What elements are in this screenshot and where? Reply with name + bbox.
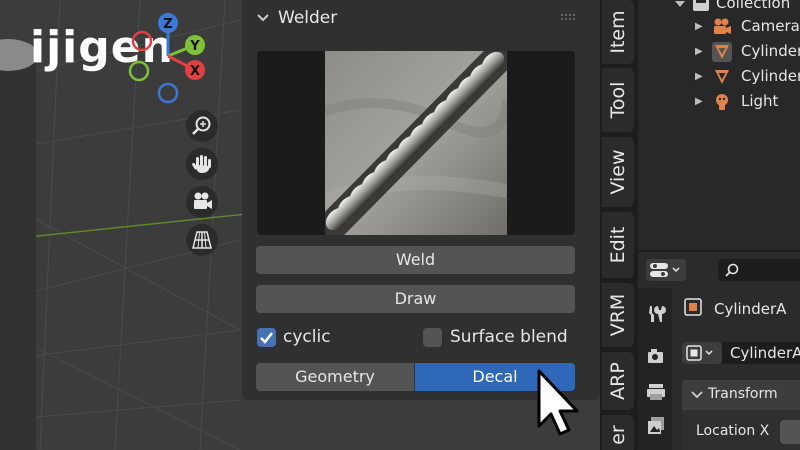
tab-welder[interactable]: er	[602, 415, 634, 450]
tab-vrm[interactable]: VRM	[602, 283, 634, 347]
tab-view[interactable]: View	[602, 137, 634, 207]
search-icon	[725, 263, 739, 277]
output-icon[interactable]	[646, 382, 666, 402]
checkmark-icon	[260, 332, 273, 344]
outliner-item-cylindera[interactable]: ▶ CylinderA	[638, 40, 800, 64]
tool-settings-icon[interactable]	[646, 304, 666, 324]
weld-preview[interactable]	[257, 51, 575, 235]
collapse-chevron-icon[interactable]	[256, 12, 270, 24]
tab-geometry[interactable]: Geometry	[256, 363, 414, 391]
outliner-item-label: Camera	[741, 17, 800, 35]
location-x-label: Location X	[696, 423, 770, 439]
properties-editor: CylinderA CylinderA Transform Location X	[638, 250, 800, 450]
drag-handle-icon[interactable]	[560, 13, 578, 21]
outliner-item-label: CylinderB	[741, 67, 800, 85]
tab-tool[interactable]: Tool	[602, 68, 634, 132]
data-block-selector[interactable]	[682, 342, 722, 364]
outliner-item-label: Light	[741, 92, 779, 110]
mesh-object-icon	[715, 70, 729, 84]
neg-x-axis-handle	[131, 30, 153, 52]
editor-type-selector[interactable]	[646, 259, 686, 281]
expand-arrow-icon[interactable]: ▶	[695, 21, 703, 32]
outliner-item-cylinderb[interactable]: ▶ CylinderB	[638, 65, 800, 89]
z-axis-label: Z	[163, 17, 172, 32]
mesh-object-icon	[712, 42, 732, 62]
tab-arp[interactable]: ARP	[602, 352, 634, 410]
view-layer-icon[interactable]	[646, 416, 666, 436]
weld-texture-thumbnail	[325, 51, 507, 235]
perspective-grid-icon	[192, 231, 212, 249]
properties-toggle-icon	[650, 263, 680, 277]
panel-header[interactable]: Welder	[242, 0, 600, 38]
zoom-icon	[192, 116, 211, 135]
expand-arrow-icon[interactable]: ▶	[695, 71, 703, 82]
outliner-collection-row[interactable]: Collection	[638, 0, 800, 16]
properties-context-tabs	[638, 288, 672, 450]
sidebar-tab-strip: Item Tool View Edit VRM ARP er	[600, 0, 638, 450]
tab-edit[interactable]: Edit	[602, 212, 634, 278]
axis-gizmo[interactable]: Z Y X	[125, 8, 215, 108]
pan-button[interactable]	[186, 148, 218, 180]
camera-object-icon	[714, 18, 731, 34]
object-name-label: CylinderA	[714, 300, 787, 318]
draw-button[interactable]: Draw	[256, 285, 575, 313]
location-x-field[interactable]	[780, 420, 800, 444]
surface-blend-label[interactable]: Surface blend	[450, 327, 568, 347]
expand-arrow-icon[interactable]	[674, 0, 686, 9]
cyclic-label[interactable]: cyclic	[283, 327, 331, 347]
outliner: Collection ▶ Camera ▶ CylinderA ▶ Cylind…	[638, 0, 800, 250]
mouse-cursor-icon	[537, 369, 579, 436]
cyclic-checkbox[interactable]	[257, 328, 276, 347]
zoom-button[interactable]	[186, 110, 218, 142]
expand-arrow-icon[interactable]: ▶	[695, 96, 703, 107]
y-axis-label: Y	[189, 39, 200, 54]
light-object-icon	[716, 94, 728, 110]
surface-blend-checkbox[interactable]	[423, 328, 442, 347]
data-name-field[interactable]: CylinderA	[722, 342, 800, 364]
neg-z-axis-handle	[157, 82, 179, 104]
transform-panel-body: Location X	[682, 410, 800, 450]
neg-y-axis-handle	[128, 60, 150, 82]
outliner-item-label: CylinderA	[741, 42, 800, 60]
collapse-chevron-icon[interactable]	[691, 390, 703, 400]
outliner-item-camera[interactable]: ▶ Camera	[638, 15, 800, 39]
render-icon[interactable]	[646, 346, 666, 366]
tab-item[interactable]: Item	[602, 0, 634, 64]
transform-panel-header[interactable]: Transform	[682, 380, 800, 410]
object-data-icon	[686, 345, 713, 361]
object-icon	[684, 298, 702, 316]
hand-pan-icon	[192, 155, 211, 173]
outliner-collection-label: Collection	[716, 0, 791, 12]
x-axis-label: X	[190, 64, 200, 79]
weld-button[interactable]: Weld	[256, 246, 575, 274]
camera-view-button[interactable]	[186, 186, 218, 218]
welder-panel: Welder Weld Draw cyclic Surface blend Ge…	[242, 0, 600, 400]
collection-icon	[693, 0, 709, 11]
camera-icon	[194, 192, 212, 209]
outliner-item-light[interactable]: ▶ Light	[638, 90, 800, 114]
expand-arrow-icon[interactable]: ▶	[695, 46, 703, 57]
panel-title: Welder	[278, 8, 338, 28]
transform-label: Transform	[708, 386, 778, 402]
perspective-toggle-button[interactable]	[186, 224, 218, 256]
properties-search-input[interactable]	[718, 259, 800, 281]
